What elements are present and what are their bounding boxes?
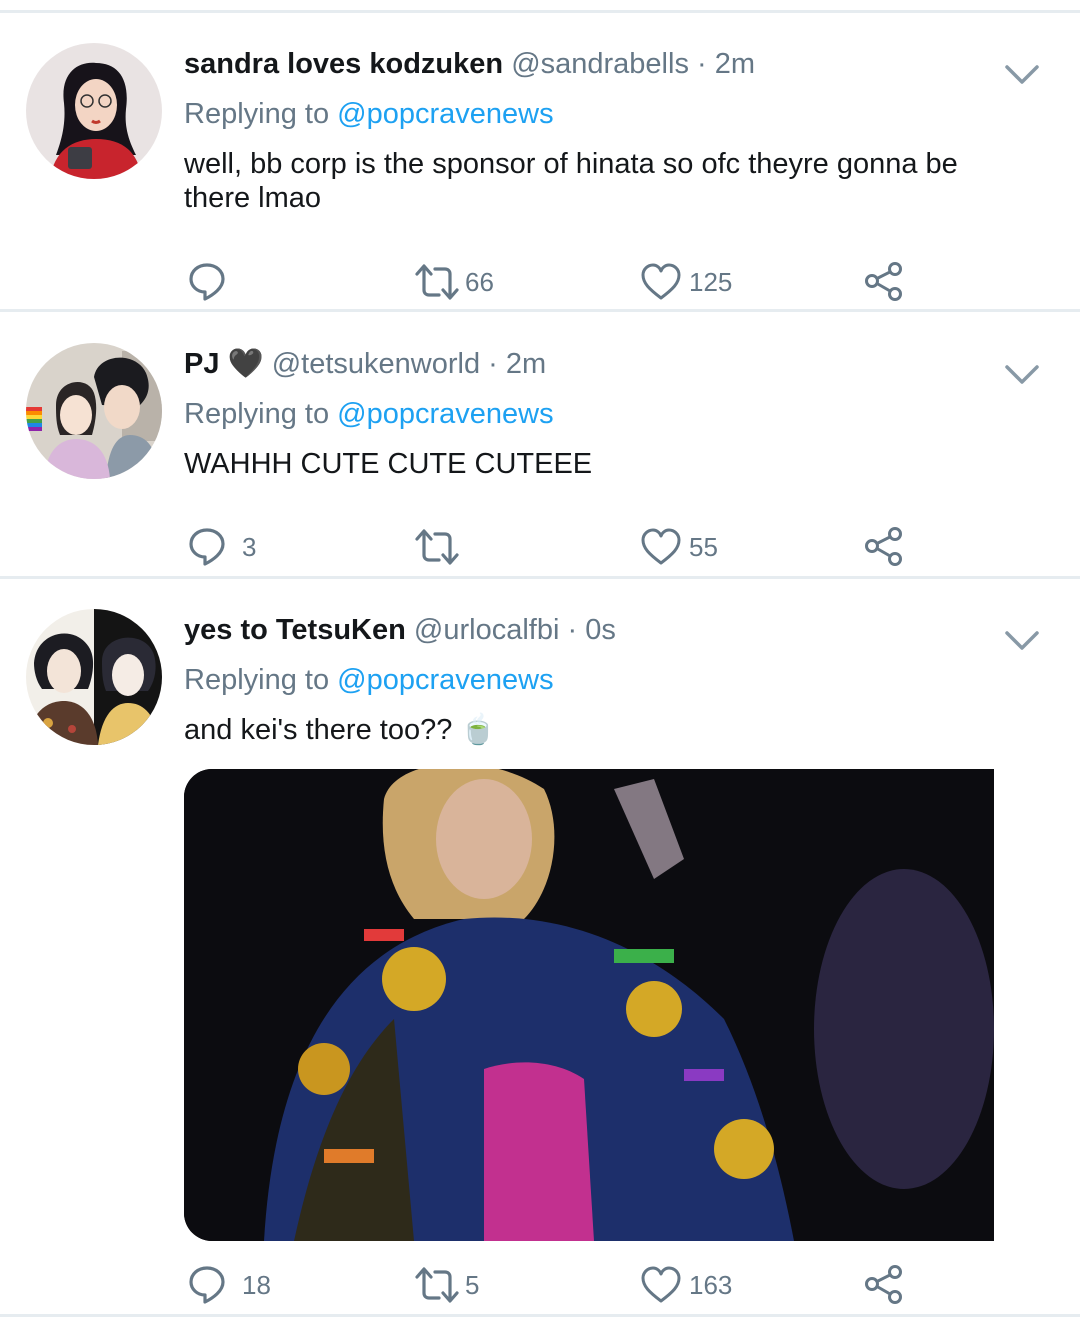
heart-icon: [641, 1266, 681, 1303]
tweet-text: and kei's there too?? 🍵: [184, 714, 497, 746]
display-name[interactable]: PJ: [184, 348, 219, 380]
tweet-header: sandra loves kodzuken @sandrabells · 2m: [184, 44, 755, 84]
avatar[interactable]: [26, 609, 162, 745]
reply-icon: [189, 1266, 225, 1304]
like-button[interactable]: 55: [641, 522, 718, 572]
retweet-icon: [415, 1267, 459, 1303]
tweet-header: PJ 🖤 @tetsukenworld · 2m: [184, 344, 546, 384]
bottom-divider: [0, 1314, 1080, 1317]
handle[interactable]: @sandrabells: [511, 48, 689, 80]
tweet-divider: [0, 309, 1080, 312]
tweet-text: WAHHH CUTE CUTE CUTEEE: [184, 448, 593, 480]
chevron-down-icon[interactable]: [1004, 63, 1040, 87]
reply-count: 3: [242, 531, 257, 562]
handle[interactable]: @urlocalfbi: [414, 614, 560, 646]
reply-icon: [189, 263, 225, 301]
replying-prefix: Replying to: [184, 98, 330, 130]
like-count: 125: [689, 266, 733, 297]
like-button[interactable]: 125: [641, 257, 732, 307]
handle[interactable]: @tetsukenworld: [272, 348, 480, 380]
timestamp[interactable]: 2m: [715, 48, 755, 80]
share-button[interactable]: [864, 1260, 904, 1310]
display-name[interactable]: sandra loves kodzuken: [184, 48, 503, 80]
tweet-text: well, bb corp is the sponsor of hinata s…: [184, 148, 958, 214]
chevron-down-icon[interactable]: [1004, 363, 1040, 387]
heart-icon: [641, 528, 681, 565]
retweet-icon: [415, 529, 459, 565]
share-icon: [865, 262, 902, 301]
mention-link[interactable]: @popcravenews: [337, 664, 553, 696]
like-count: 163: [689, 1269, 733, 1300]
avatar[interactable]: [26, 343, 162, 479]
replying-to: Replying to @popcravenews: [184, 94, 554, 134]
tweet-divider: [0, 576, 1080, 579]
like-button[interactable]: 163: [641, 1260, 732, 1310]
retweet-button[interactable]: [413, 522, 469, 572]
separator: ·: [488, 348, 498, 380]
tweet-header: yes to TetsuKen @urlocalfbi · 0s: [184, 610, 616, 650]
retweet-icon: [415, 264, 459, 300]
action-bar: 18 5 163: [0, 1260, 1080, 1310]
top-divider: [0, 10, 1080, 13]
action-bar: 66 125: [0, 257, 1080, 307]
separator: ·: [567, 614, 578, 646]
timestamp[interactable]: 0s: [585, 614, 616, 646]
replying-prefix: Replying to: [184, 398, 330, 430]
share-button[interactable]: [864, 522, 904, 572]
timestamp[interactable]: 2m: [506, 348, 546, 380]
heart-icon: [641, 263, 681, 300]
share-icon: [865, 527, 902, 566]
mention-link[interactable]: @popcravenews: [337, 398, 553, 430]
replying-to: Replying to @popcravenews: [184, 394, 554, 434]
reply-button[interactable]: [188, 257, 236, 307]
retweet-count: 5: [465, 1269, 480, 1300]
share-button[interactable]: [864, 257, 904, 307]
replying-prefix: Replying to: [184, 664, 330, 696]
separator: ·: [697, 48, 707, 80]
reply-icon: [189, 528, 225, 566]
like-count: 55: [689, 531, 718, 562]
retweet-button[interactable]: 5: [413, 1260, 479, 1310]
retweet-count: 66: [465, 266, 494, 297]
reply-button[interactable]: 18: [188, 1260, 271, 1310]
chevron-down-icon[interactable]: [1004, 629, 1040, 653]
reply-button[interactable]: 3: [188, 522, 256, 572]
action-bar: 3 55: [0, 522, 1080, 572]
share-icon: [865, 1265, 902, 1304]
display-name[interactable]: yes to TetsuKen: [184, 614, 406, 646]
replying-to: Replying to @popcravenews: [184, 660, 554, 700]
tweet-media-image[interactable]: [184, 769, 994, 1241]
avatar[interactable]: [26, 43, 162, 179]
reply-count: 18: [242, 1269, 271, 1300]
mention-link[interactable]: @popcravenews: [337, 98, 553, 130]
name-emoji: 🖤: [227, 348, 264, 380]
retweet-button[interactable]: 66: [413, 257, 494, 307]
